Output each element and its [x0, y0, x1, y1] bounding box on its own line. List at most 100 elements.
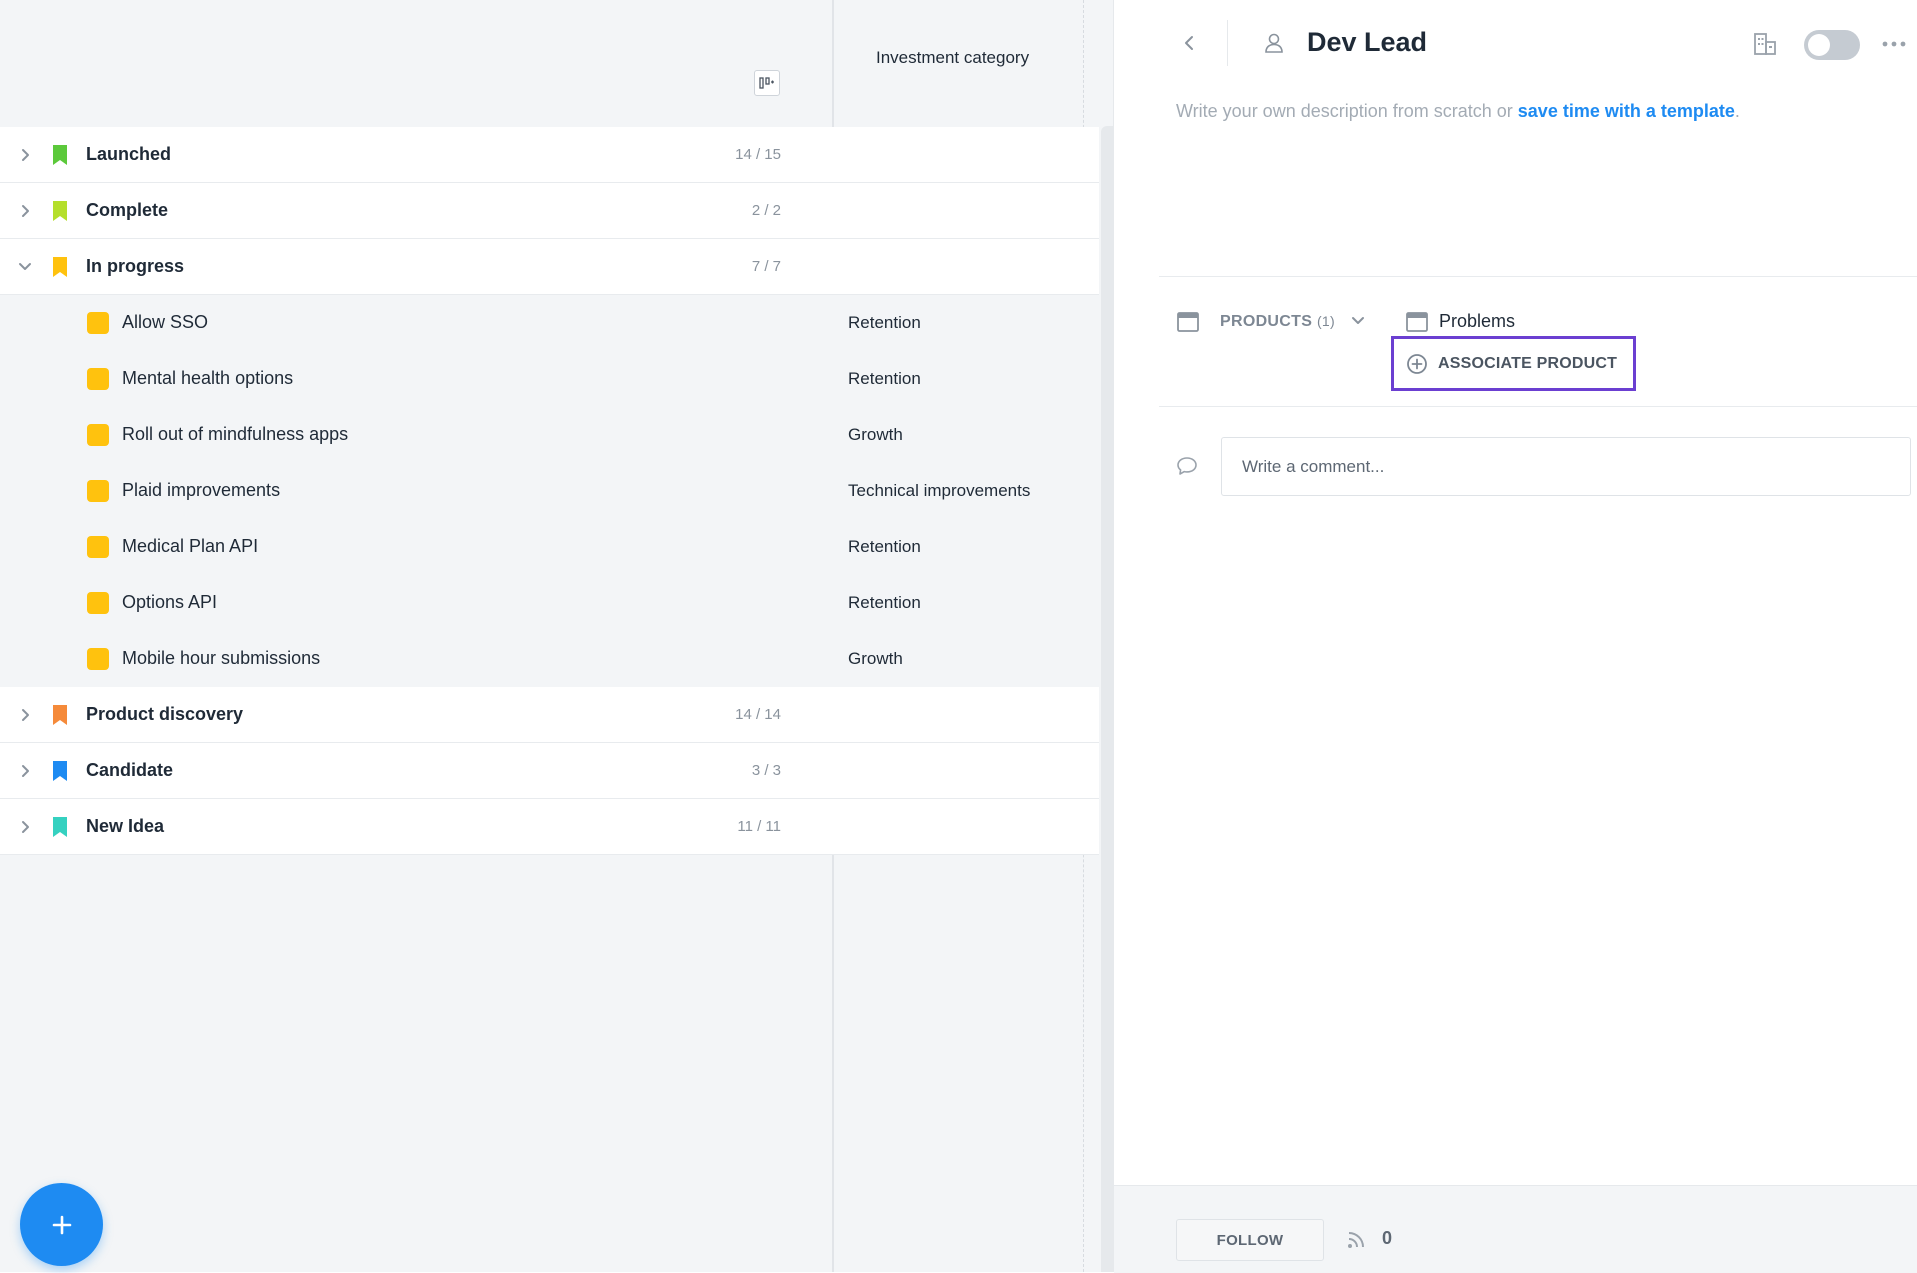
- item-label: Mobile hour submissions: [122, 648, 321, 668]
- investment-category-cell[interactable]: Retention: [834, 351, 1083, 407]
- group-row[interactable]: Launched 14 / 15: [0, 127, 1099, 183]
- group-count: 11 / 11: [737, 818, 781, 835]
- investment-category-cell[interactable]: [834, 687, 1083, 742]
- table-row[interactable]: Mobile hour submissions Growth: [0, 631, 1099, 687]
- group-count: 14 / 14: [735, 706, 781, 723]
- group-row[interactable]: Complete 2 / 2: [0, 183, 1099, 239]
- chevron-right-icon[interactable]: [16, 146, 34, 164]
- bookmark-icon: [53, 257, 67, 277]
- divider: [1159, 276, 1917, 277]
- associate-product-button[interactable]: ASSOCIATE PRODUCT: [1391, 336, 1636, 391]
- follow-button[interactable]: FOLLOW: [1176, 1219, 1324, 1261]
- follower-count: 0: [1382, 1228, 1393, 1248]
- products-label[interactable]: PRODUCTS (1): [1220, 313, 1335, 331]
- item-label: Mental health options: [122, 368, 294, 388]
- group-label: Launched: [86, 144, 172, 164]
- chevron-right-icon[interactable]: [16, 818, 34, 836]
- template-link[interactable]: save time with a template: [1518, 101, 1735, 121]
- table-row[interactable]: Plaid improvements Technical improvements: [0, 463, 1099, 519]
- column-header-investment-category[interactable]: Investment category: [876, 48, 1029, 68]
- associate-product-label: ASSOCIATE PRODUCT: [1438, 354, 1618, 372]
- group-label: In progress: [86, 256, 185, 276]
- item-label: Roll out of mindfulness apps: [122, 424, 349, 444]
- detail-panel: Dev Lead Write your own description from…: [1113, 0, 1917, 1273]
- table-row[interactable]: Roll out of mindfulness apps Growth: [0, 407, 1099, 463]
- product-problems[interactable]: Problems: [1439, 311, 1515, 332]
- investment-category-cell[interactable]: [834, 799, 1083, 854]
- name-cell: Options API: [0, 575, 832, 631]
- chevron-right-icon[interactable]: [16, 706, 34, 724]
- building-icon[interactable]: [1752, 31, 1778, 57]
- group-row[interactable]: In progress 7 / 7: [0, 239, 1099, 295]
- investment-category-cell[interactable]: Technical improvements: [834, 463, 1083, 519]
- scrollbar[interactable]: [1101, 126, 1113, 1272]
- description-placeholder[interactable]: Write your own description from scratch …: [1176, 101, 1740, 122]
- chevron-down-icon[interactable]: [1349, 312, 1367, 330]
- group-label: Candidate: [86, 760, 174, 780]
- name-cell: In progress 7 / 7: [0, 239, 832, 294]
- table-row[interactable]: Options API Retention: [0, 575, 1099, 631]
- window-icon: [1177, 312, 1199, 332]
- group-row[interactable]: Product discovery 14 / 14: [0, 687, 1099, 743]
- header-divider: [1227, 20, 1228, 66]
- description-text: Write your own description from scratch …: [1176, 101, 1518, 121]
- investment-category-cell[interactable]: Retention: [834, 519, 1083, 575]
- group-count: 14 / 15: [735, 146, 781, 163]
- table-row[interactable]: Allow SSO Retention: [0, 295, 1099, 351]
- speech-bubble-icon: [1177, 457, 1197, 475]
- group-label: Complete: [86, 200, 169, 220]
- investment-category-cell[interactable]: Retention: [834, 575, 1083, 631]
- toggle-knob: [1808, 34, 1830, 56]
- name-cell: Mental health options: [0, 351, 832, 407]
- table-row[interactable]: Mental health options Retention: [0, 351, 1099, 407]
- status-square-icon: [87, 368, 109, 390]
- signal-icon: [1348, 1232, 1364, 1248]
- name-cell: Plaid improvements: [0, 463, 832, 519]
- status-square-icon: [87, 312, 109, 334]
- table-row[interactable]: Medical Plan API Retention: [0, 519, 1099, 575]
- group-count: 7 / 7: [751, 258, 781, 275]
- item-label: Allow SSO: [122, 312, 209, 332]
- group-row[interactable]: New Idea 11 / 11: [0, 799, 1099, 855]
- status-square-icon: [87, 592, 109, 614]
- bookmark-icon: [53, 761, 67, 781]
- group-row[interactable]: Candidate 3 / 3: [0, 743, 1099, 799]
- page-title[interactable]: Dev Lead: [1307, 27, 1427, 58]
- chevron-left-icon[interactable]: [1179, 33, 1199, 53]
- table-body: Launched 14 / 15 Complete 2 / 2 In progress 7…: [0, 127, 1099, 855]
- investment-category-cell[interactable]: Growth: [834, 631, 1083, 687]
- add-button[interactable]: [20, 1183, 103, 1266]
- status-square-icon: [87, 536, 109, 558]
- group-label: Product discovery: [86, 704, 244, 724]
- investment-category-cell[interactable]: [834, 127, 1083, 182]
- chevron-down-icon[interactable]: [16, 258, 34, 276]
- status-square-icon: [87, 424, 109, 446]
- roadmap-table: Investment category Launched 14 / 15 Compl…: [0, 0, 1113, 1272]
- comment-input[interactable]: [1221, 437, 1911, 496]
- name-cell: Mobile hour submissions: [0, 631, 832, 687]
- name-cell: Complete 2 / 2: [0, 183, 832, 238]
- name-cell: Launched 14 / 15: [0, 127, 832, 182]
- name-cell: Medical Plan API: [0, 519, 832, 575]
- bookmark-icon: [53, 705, 67, 725]
- investment-category-cell[interactable]: [834, 743, 1083, 798]
- group-label: New Idea: [86, 816, 165, 836]
- person-icon: [1265, 33, 1283, 53]
- chevron-right-icon[interactable]: [16, 202, 34, 220]
- window-icon: [1406, 312, 1428, 332]
- bookmark-icon: [53, 817, 67, 837]
- plus-icon: [52, 1215, 71, 1234]
- investment-category-cell[interactable]: Growth: [834, 407, 1083, 463]
- group-count: 3 / 3: [751, 762, 781, 779]
- chevron-right-icon[interactable]: [16, 762, 34, 780]
- investment-category-cell[interactable]: [834, 183, 1083, 238]
- bookmark-icon: [53, 201, 67, 221]
- name-cell: Product discovery 14 / 14: [0, 687, 832, 742]
- item-label: Plaid improvements: [122, 480, 281, 500]
- status-square-icon: [87, 648, 109, 670]
- visibility-toggle[interactable]: [1804, 30, 1860, 60]
- more-horizontal-icon[interactable]: [1879, 34, 1909, 54]
- investment-category-cell[interactable]: Retention: [834, 295, 1083, 351]
- investment-category-cell[interactable]: [834, 239, 1083, 294]
- column-settings-icon[interactable]: [754, 70, 780, 96]
